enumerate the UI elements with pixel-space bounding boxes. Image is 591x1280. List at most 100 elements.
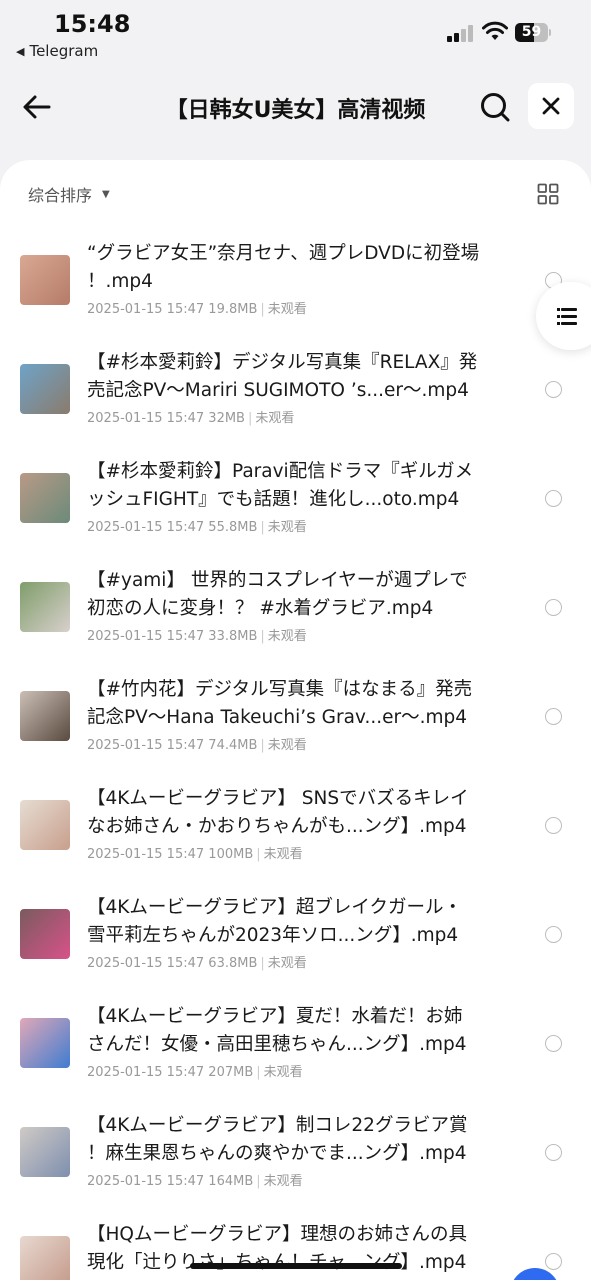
video-thumbnail [20,255,70,305]
file-list-item[interactable]: 【4Kムービーグラビア】夏だ！水着だ！お姉 さんだ！女優・高田里穂ちゃん...ン… [0,1003,591,1112]
select-radio[interactable] [545,708,562,725]
video-thumbnail [20,1018,70,1068]
home-indicator [190,1263,402,1269]
file-size: 100MB [208,847,254,862]
file-meta: 2025-01-15 15:47 32MB | 未观看 [87,407,294,426]
file-date: 2025-01-15 15:47 [87,411,205,426]
video-thumbnail [20,364,70,414]
watch-status: 未观看 [263,1065,303,1080]
file-title: 【#杉本愛莉鈴】Paravi配信ドラマ『ギルガメ ッシュFIGHT』でも話題！進… [87,461,474,510]
meta-divider: | [260,738,265,753]
file-list-item[interactable]: 【4Kムービーグラビア】 SNSでバズるキレイ なお姉さん・かおりちゃんがも..… [0,785,591,894]
file-date: 2025-01-15 15:47 [87,629,205,644]
watch-status: 未观看 [267,302,307,317]
file-date: 2025-01-15 15:47 [87,302,205,317]
meta-divider: | [260,520,265,535]
file-title: 【#yami】 世界的コスプレイヤーが週プレで 初恋の人に変身！？ #水着グラビ… [87,570,468,619]
file-date: 2025-01-15 15:47 [87,1174,205,1189]
file-date: 2025-01-15 15:47 [87,956,205,971]
file-size: 74.4MB [208,738,258,753]
close-button[interactable] [528,83,574,129]
watch-status: 未观看 [267,520,307,535]
file-list-item[interactable]: 【HQムービーグラビア】理想のお姉さんの具 現化「辻りりさ」ちゃん！チャ...ン… [0,1221,591,1280]
battery-icon: 59 [515,23,551,42]
file-size: 164MB [208,1174,254,1189]
video-thumbnail [20,909,70,959]
file-size: 207MB [208,1065,254,1080]
select-radio[interactable] [545,1253,562,1270]
sort-label: 综合排序 [28,186,93,205]
cellular-signal-icon [447,24,475,42]
file-title: “グラビア女王”奈月セナ、週プレDVDに初登場 ！.mp4 [87,243,480,292]
video-thumbnail [20,800,70,850]
watch-status: 未观看 [263,1174,303,1189]
search-icon[interactable] [478,90,512,124]
file-title: 【#杉本愛莉鈴】デジタル写真集『RELAX』発 売記念PV～Mariri SUG… [87,352,478,401]
caret-down-icon: ▼ [102,188,110,200]
arrow-left-icon[interactable] [20,90,54,124]
file-meta: 2025-01-15 15:47 100MB | 未观看 [87,843,303,862]
file-date: 2025-01-15 15:47 [87,847,205,862]
meta-divider: | [256,1065,261,1080]
file-list-item[interactable]: 【#杉本愛莉鈴】Paravi配信ドラマ『ギルガメ ッシュFIGHT』でも話題！進… [0,458,591,567]
file-meta: 2025-01-15 15:47 74.4MB | 未观看 [87,734,307,753]
select-radio[interactable] [545,1035,562,1052]
watch-status: 未观看 [255,411,295,426]
file-date: 2025-01-15 15:47 [87,520,205,535]
file-size: 63.8MB [208,956,258,971]
file-list-item[interactable]: “グラビア女王”奈月セナ、週プレDVDに初登場 ！.mp4 2025-01-15 … [0,240,591,349]
file-size: 32MB [208,411,245,426]
video-thumbnail [20,1127,70,1177]
back-app-label: Telegram [29,42,99,60]
file-meta: 2025-01-15 15:47 207MB | 未观看 [87,1061,303,1080]
back-triangle-icon: ◀ [16,44,25,58]
page-title: 【日韩女U美女】高清视频 [165,98,426,123]
close-icon [542,97,560,115]
file-date: 2025-01-15 15:47 [87,1065,205,1080]
select-radio[interactable] [545,599,562,616]
battery-percent: 59 [521,24,542,40]
watch-status: 未观看 [263,847,303,862]
file-title: 【4Kムービーグラビア】 SNSでバズるキレイ なお姉さん・かおりちゃんがも..… [87,788,469,837]
file-list-item[interactable]: 【4Kムービーグラビア】制コレ22グラビア賞 ！麻生果恩ちゃんの爽やかでま...… [0,1112,591,1221]
file-meta: 2025-01-15 15:47 63.8MB | 未观看 [87,952,307,971]
file-date: 2025-01-15 15:47 [87,738,205,753]
file-size: 33.8MB [208,629,258,644]
meta-divider: | [247,411,253,426]
file-size: 19.8MB [208,302,258,317]
grid-icon[interactable] [537,183,559,205]
meta-divider: | [260,629,265,644]
select-radio[interactable] [545,817,562,834]
watch-status: 未观看 [267,738,307,753]
select-radio[interactable] [545,926,562,943]
status-bar: 15:48 ◀ Telegram 59 [0,0,591,70]
sort-dropdown[interactable]: 综合排序 ▼ [28,182,110,206]
file-meta: 2025-01-15 15:47 33.8MB | 未观看 [87,625,307,644]
video-thumbnail [20,473,70,523]
file-list-item[interactable]: 【#yami】 世界的コスプレイヤーが週プレで 初恋の人に変身！？ #水着グラビ… [0,567,591,676]
file-meta: 2025-01-15 15:47 164MB | 未观看 [87,1170,303,1189]
file-title: 【4Kムービーグラビア】超ブレイクガール・ 雪平莉左ちゃんが2023年ソロ...… [87,897,463,946]
nav-bar: 【日韩女U美女】高清视频 [0,76,591,138]
meta-divider: | [256,847,261,862]
file-title: 【4Kムービーグラビア】制コレ22グラビア賞 ！麻生果恩ちゃんの爽やかでま...… [87,1115,468,1164]
file-size: 55.8MB [208,520,258,535]
file-title: 【4Kムービーグラビア】夏だ！水着だ！お姉 さんだ！女優・高田里穂ちゃん...ン… [87,1006,467,1055]
file-list-panel: 综合排序 ▼ “グラビア女王”奈月セナ、週プレDVDに初登場 ！.mp4 2025… [0,160,591,1280]
meta-divider: | [260,302,265,317]
file-meta: 2025-01-15 15:47 55.8MB | 未观看 [87,516,307,535]
status-time: 15:48 [54,10,131,38]
file-list-item[interactable]: 【4Kムービーグラビア】超ブレイクガール・ 雪平莉左ちゃんが2023年ソロ...… [0,894,591,1003]
meta-divider: | [260,956,265,971]
wifi-icon [482,21,508,40]
video-thumbnail [20,582,70,632]
file-meta: 2025-01-15 15:47 19.8MB | 未观看 [87,298,307,317]
select-radio[interactable] [545,490,562,507]
select-radio[interactable] [545,1144,562,1161]
file-list-item[interactable]: 【#杉本愛莉鈴】デジタル写真集『RELAX』発 売記念PV～Mariri SUG… [0,349,591,458]
back-to-app-link[interactable]: ◀ Telegram [16,42,98,60]
watch-status: 未观看 [267,629,307,644]
meta-divider: | [256,1174,261,1189]
select-radio[interactable] [545,381,562,398]
file-list-item[interactable]: 【#竹内花】デジタル写真集『はなまる』発売 記念PV～Hana Takeuchi… [0,676,591,785]
